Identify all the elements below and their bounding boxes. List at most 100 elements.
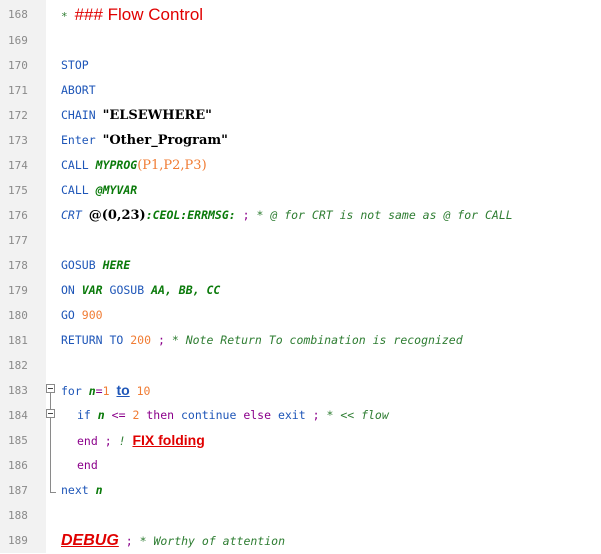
line-170: 170 STOP: [0, 53, 601, 78]
keyword: if: [77, 408, 91, 422]
line-number: 182: [8, 359, 28, 372]
keyword: CRT: [61, 208, 82, 222]
line-number: 180: [8, 309, 28, 322]
line-176: 176 CRT @(0,23):CEOL:ERRMSG: ; * @ for C…: [0, 203, 601, 228]
line-number: 174: [8, 159, 28, 172]
line-number: 175: [8, 184, 28, 197]
line-number: 172: [8, 109, 28, 122]
line-172: 172 CHAIN "ELSEWHERE": [0, 103, 601, 128]
keyword: RETURN TO: [61, 333, 124, 347]
fix-annotation: FIX folding: [132, 432, 205, 448]
line-number: 179: [8, 284, 28, 297]
semicolon: ;: [312, 408, 320, 422]
line-number: 183: [8, 384, 28, 397]
comment-star: *: [61, 10, 68, 23]
line-number: 177: [8, 234, 28, 247]
line-content[interactable]: * ### Flow Control: [61, 2, 203, 27]
line-content[interactable]: CALL MYPROG(P1,P2,P3): [61, 153, 207, 178]
comment: * @ for CRT is not same as @ for CALL: [256, 208, 513, 222]
line-number: 186: [8, 459, 28, 472]
fold-collapse-icon[interactable]: [46, 409, 55, 418]
line-186: 186 end: [0, 453, 601, 478]
operator: <=: [111, 408, 126, 422]
line-number: 178: [8, 259, 28, 272]
line-content[interactable]: if n <= 2 then continue else exit ; * <<…: [77, 403, 389, 428]
number: 900: [81, 308, 103, 322]
variable: @MYVAR: [95, 183, 138, 197]
line-number: 181: [8, 334, 28, 347]
line-number: 171: [8, 84, 28, 97]
line-181: 181 RETURN TO 200 ; * Note Return To com…: [0, 328, 601, 353]
line-188: 188: [0, 503, 601, 528]
line-content[interactable]: DEBUG ; * Worthy of attention: [61, 528, 285, 553]
line-content[interactable]: CRT @(0,23):CEOL:ERRMSG: ; * @ for CRT i…: [61, 203, 513, 228]
number: 10: [136, 384, 151, 398]
keyword: Enter: [61, 133, 96, 147]
line-content[interactable]: for n=1 to 10: [61, 378, 150, 403]
line-content[interactable]: Enter "Other_Program": [61, 128, 228, 153]
line-168: 168 * ### Flow Control: [0, 2, 601, 27]
line-179: 179 ON VAR GOSUB AA, BB, CC: [0, 278, 601, 303]
line-182: 182: [0, 353, 601, 378]
variable: n: [97, 408, 105, 422]
crt-codes: :CEOL:ERRMSG:: [145, 208, 236, 222]
function-args: (P1,P2,P3): [137, 158, 207, 173]
string-literal: "ELSEWHERE": [102, 108, 212, 123]
line-number: 176: [8, 209, 28, 222]
line-175: 175 CALL @MYVAR: [0, 178, 601, 203]
section-title: ### Flow Control: [74, 5, 204, 24]
line-content[interactable]: GOSUB HERE: [61, 253, 130, 278]
exit-keyword: exit: [277, 408, 306, 422]
keyword: end: [77, 434, 98, 448]
line-content[interactable]: ABORT: [61, 78, 96, 103]
to-keyword: to: [116, 382, 130, 398]
line-number: 185: [8, 434, 28, 447]
comment: * << flow: [326, 408, 389, 422]
line-content[interactable]: CALL @MYVAR: [61, 178, 137, 203]
line-number: 169: [8, 34, 28, 47]
keyword: GO: [61, 308, 75, 322]
line-content[interactable]: next n: [61, 478, 103, 503]
semicolon: ;: [242, 208, 250, 222]
line-number: 173: [8, 134, 28, 147]
line-content[interactable]: RETURN TO 200 ; * Note Return To combina…: [61, 328, 463, 353]
fold-range-line: [50, 393, 51, 492]
line-177: 177: [0, 228, 601, 253]
number: 1: [102, 384, 110, 398]
line-178: 178 GOSUB HERE: [0, 253, 601, 278]
keyword: GOSUB: [109, 283, 145, 297]
line-174: 174 CALL MYPROG(P1,P2,P3): [0, 153, 601, 178]
fold-collapse-icon[interactable]: [46, 384, 55, 393]
line-number: 189: [8, 534, 28, 547]
keyword: ON: [61, 283, 75, 297]
semicolon: ;: [125, 534, 133, 548]
debug-keyword: DEBUG: [61, 532, 119, 549]
line-content[interactable]: ON VAR GOSUB AA, BB, CC: [61, 278, 220, 303]
comment: * Worthy of attention: [139, 534, 285, 548]
keyword: CHAIN: [61, 108, 96, 122]
line-content[interactable]: end ; ! FIX folding: [77, 428, 205, 453]
line-189: 189 DEBUG ; * Worthy of attention: [0, 528, 601, 553]
keyword: for: [61, 384, 82, 398]
line-171: 171 ABORT: [0, 78, 601, 103]
semicolon: ;: [157, 333, 165, 347]
variable: n: [88, 384, 96, 398]
line-184: 184 if n <= 2 then continue else exit ; …: [0, 403, 601, 428]
at-position: @(0,23): [88, 208, 146, 223]
else-keyword: else: [243, 408, 272, 422]
line-content[interactable]: GO 900: [61, 303, 103, 328]
number: 200: [130, 333, 152, 347]
fold-end-marker: [50, 492, 56, 493]
line-183: 183 for n=1 to 10: [0, 378, 601, 403]
keyword: GOSUB: [61, 258, 96, 272]
operator: =: [95, 384, 103, 398]
keyword: next: [61, 483, 89, 497]
continue-keyword: continue: [180, 408, 237, 422]
code-editor[interactable]: 168 * ### Flow Control 169 170 STOP 171 …: [0, 0, 601, 553]
line-content[interactable]: STOP: [61, 53, 89, 78]
function-name: MYPROG: [95, 158, 138, 172]
line-content[interactable]: end: [77, 453, 98, 478]
line-content[interactable]: CHAIN "ELSEWHERE": [61, 103, 212, 128]
line-number: 170: [8, 59, 28, 72]
comment-bang: !: [118, 434, 126, 448]
